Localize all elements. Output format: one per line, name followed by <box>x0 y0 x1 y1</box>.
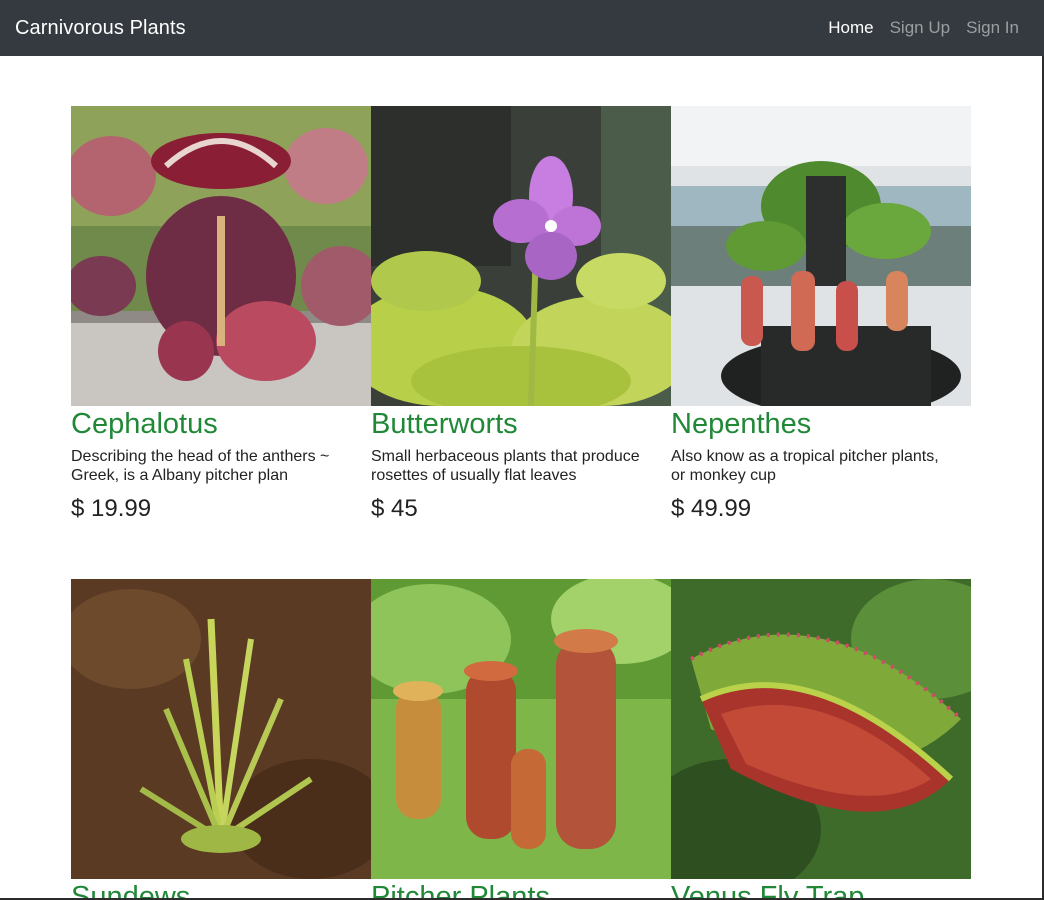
product-price: $ 19.99 <box>71 495 152 522</box>
navbar: Carnivorous Plants Home Sign Up Sign In <box>0 0 1044 56</box>
nav-link-sign-up[interactable]: Sign Up <box>890 18 950 38</box>
cephalotus-photo[interactable] <box>71 106 371 406</box>
product-card-sundews: Sundews <box>71 579 371 900</box>
product-card-pitcher-plants: Pitcher Plants <box>371 579 671 900</box>
nepenthes-photo[interactable] <box>671 106 971 406</box>
product-price: $ 45 <box>371 495 418 522</box>
product-price: $ 49.99 <box>671 495 752 522</box>
product-grid-row-1: Cephalotus Describing the head of the an… <box>71 106 971 523</box>
nav-links: Home Sign Up Sign In <box>828 18 1019 38</box>
product-grid-row-2: Sundews Pitcher Plants Venus Fly Trap <box>71 579 971 900</box>
product-description: Describing the head of the anthers ~ Gre… <box>71 448 330 484</box>
nav-link-home[interactable]: Home <box>828 18 873 38</box>
product-card-butterworts: Butterworts Small herbaceous plants that… <box>371 106 671 523</box>
product-name[interactable]: Butterworts <box>371 407 671 441</box>
product-name[interactable]: Nepenthes <box>671 407 971 441</box>
product-card-cephalotus: Cephalotus Describing the head of the an… <box>71 106 371 523</box>
product-name[interactable]: Cephalotus <box>71 407 371 441</box>
product-name[interactable]: Sundews <box>71 880 371 900</box>
nav-link-sign-in[interactable]: Sign In <box>966 18 1019 38</box>
navbar-brand[interactable]: Carnivorous Plants <box>15 17 186 40</box>
product-description: Small herbaceous plants that produce ros… <box>371 448 640 484</box>
butterworts-photo[interactable] <box>371 106 671 406</box>
pitcher-plants-photo[interactable] <box>371 579 671 879</box>
sundews-photo[interactable] <box>71 579 371 879</box>
product-card-venus-fly-trap: Venus Fly Trap <box>671 579 971 900</box>
product-name[interactable]: Pitcher Plants <box>371 880 671 900</box>
product-description: Also know as a tropical pitcher plants, … <box>671 448 939 484</box>
venus-fly-trap-photo[interactable] <box>671 579 971 879</box>
product-card-nepenthes: Nepenthes Also know as a tropical pitche… <box>671 106 971 523</box>
product-name[interactable]: Venus Fly Trap <box>671 880 971 900</box>
